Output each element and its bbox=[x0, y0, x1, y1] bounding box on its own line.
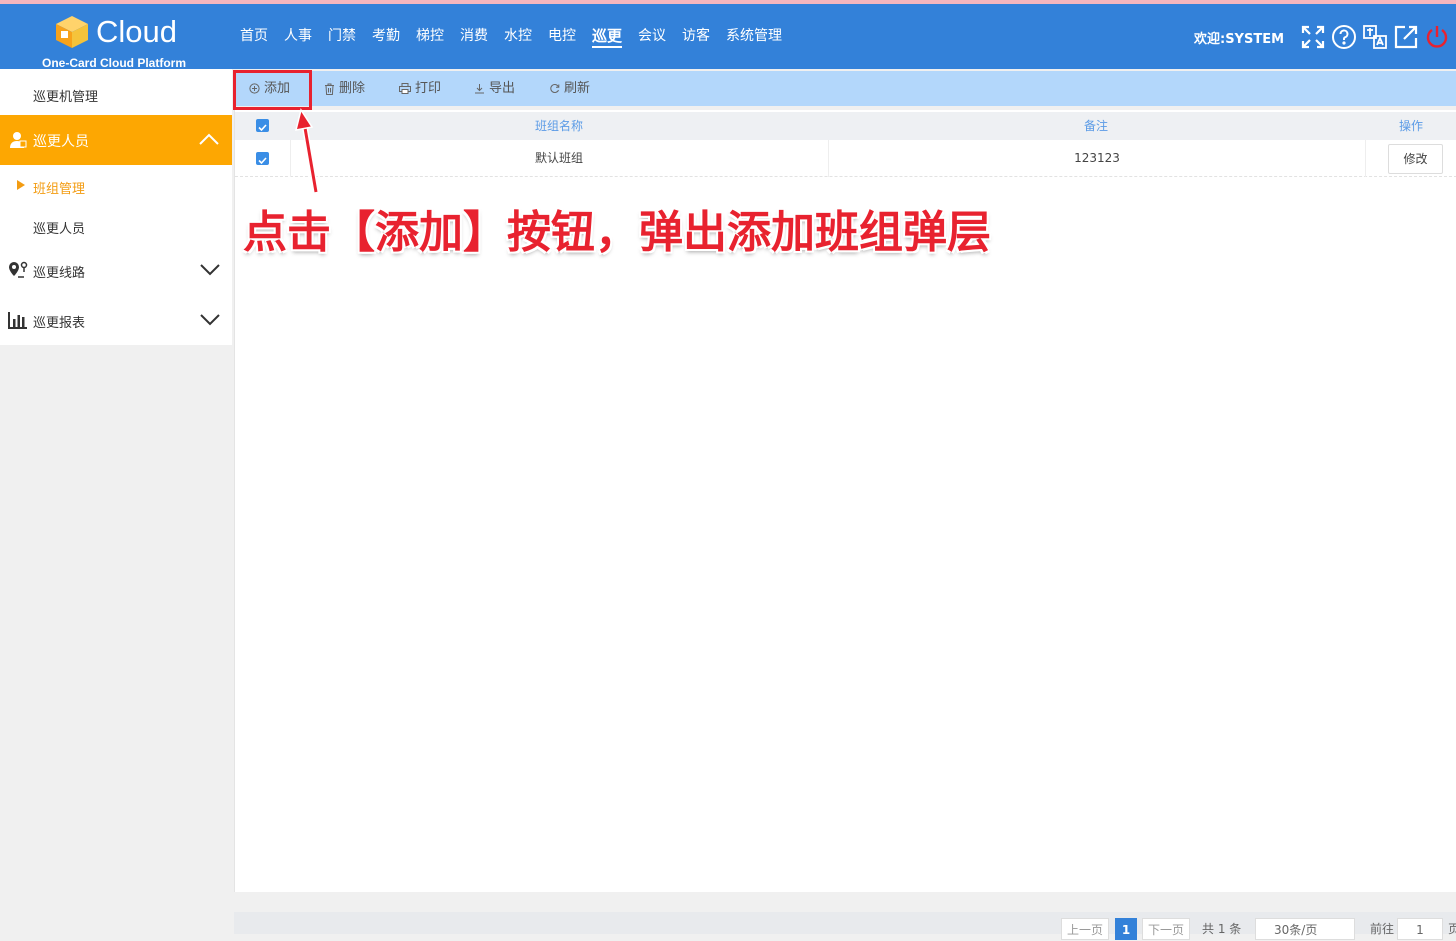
instruction-annotation: 点击【添加】按钮，弹出添加班组弹层 bbox=[243, 207, 991, 258]
nav-home[interactable]: 首页 bbox=[240, 24, 268, 48]
nav-elevator[interactable]: 梯控 bbox=[416, 24, 444, 48]
nav-personnel[interactable]: 人事 bbox=[284, 24, 312, 48]
goto-page-input[interactable]: 1 bbox=[1397, 918, 1443, 940]
logo-cube-icon bbox=[56, 16, 88, 48]
page-suffix: 页 bbox=[1448, 922, 1456, 936]
delete-button-label: 删除 bbox=[339, 81, 366, 96]
app-header: Cloud One-Card Cloud Platform 首页 人事 门禁 考… bbox=[0, 4, 1456, 70]
printer-icon bbox=[399, 83, 411, 94]
sidebar-item-patrol-machine[interactable]: 巡更机管理 bbox=[0, 69, 232, 115]
caret-right-icon bbox=[17, 180, 25, 190]
table-header: 班组名称 备注 操作 bbox=[235, 112, 1456, 140]
logo-subtitle: One-Card Cloud Platform bbox=[42, 56, 187, 70]
cell-remark: 123123 bbox=[1074, 151, 1120, 165]
sidebar-item-label: 巡更线路 bbox=[33, 266, 86, 281]
nav-patrol[interactable]: 巡更 bbox=[592, 24, 623, 48]
sidebar-item-team-management[interactable]: 班组管理 bbox=[0, 165, 232, 205]
nav-visitor[interactable]: 访客 bbox=[682, 24, 710, 48]
total-count: 共 1 条 bbox=[1202, 922, 1242, 936]
cell-team-name: 默认班组 bbox=[534, 151, 583, 165]
arrow-annotation-icon bbox=[294, 108, 319, 193]
power-icon[interactable] bbox=[1424, 24, 1450, 50]
nav-meeting[interactable]: 会议 bbox=[638, 24, 666, 48]
refresh-button[interactable]: 刷新 bbox=[549, 71, 590, 106]
sidebar-item-patrol-staff-group[interactable]: 巡更人员 bbox=[0, 115, 232, 165]
page-size-value: 30条/页 bbox=[1274, 923, 1318, 937]
sidebar-item-label: 巡更机管理 bbox=[33, 90, 99, 105]
export-button-label: 导出 bbox=[489, 81, 516, 96]
delete-button[interactable]: 删除 bbox=[324, 71, 365, 106]
column-header-name[interactable]: 班组名称 bbox=[291, 112, 827, 140]
download-icon bbox=[475, 84, 484, 94]
sidebar: 巡更机管理 巡更人员 班组管理 巡更人员 巡更线路 巡更报表 bbox=[0, 69, 232, 345]
sidebar-item-label: 巡更人员 bbox=[33, 134, 89, 150]
fullscreen-icon[interactable] bbox=[1300, 24, 1326, 50]
route-icon bbox=[9, 261, 28, 278]
logo-text: Cloud bbox=[96, 14, 177, 49]
select-all-checkbox[interactable] bbox=[256, 119, 269, 132]
chevron-down-icon bbox=[200, 264, 220, 276]
edit-button[interactable]: 修改 bbox=[1388, 144, 1443, 174]
welcome-text: 欢迎:SYSTEM bbox=[1194, 32, 1285, 47]
page-number-current[interactable]: 1 bbox=[1115, 918, 1137, 940]
nav-access[interactable]: 门禁 bbox=[328, 24, 356, 48]
nav-system[interactable]: 系统管理 bbox=[726, 24, 782, 48]
refresh-button-label: 刷新 bbox=[564, 81, 591, 96]
print-button[interactable]: 打印 bbox=[399, 71, 441, 106]
chevron-down-icon bbox=[200, 314, 220, 326]
logo: Cloud One-Card Cloud Platform bbox=[42, 10, 188, 70]
person-icon bbox=[10, 132, 27, 148]
next-page-button[interactable]: 下一页 bbox=[1142, 918, 1190, 940]
nav-electric[interactable]: 电控 bbox=[548, 24, 576, 48]
sidebar-item-label: 班组管理 bbox=[33, 182, 86, 197]
column-header-remark[interactable]: 备注 bbox=[828, 112, 1364, 140]
sidebar-item-label: 巡更报表 bbox=[33, 316, 86, 331]
column-header-action: 操作 bbox=[1398, 119, 1423, 133]
goto-label: 前往 bbox=[1370, 922, 1395, 936]
sidebar-item-patrol-staff[interactable]: 巡更人员 bbox=[0, 205, 232, 245]
report-icon bbox=[8, 312, 27, 329]
table-row[interactable]: 默认班组 123123 修改 bbox=[235, 140, 1456, 177]
print-button-label: 打印 bbox=[415, 81, 442, 96]
row-checkbox[interactable] bbox=[256, 152, 269, 165]
header-icons bbox=[1300, 24, 1455, 50]
refresh-icon bbox=[550, 84, 560, 93]
language-icon[interactable] bbox=[1362, 24, 1388, 50]
toolbar: 添加 删除 打印 导出 刷新 bbox=[234, 71, 1456, 106]
sidebar-item-patrol-report[interactable]: 巡更报表 bbox=[0, 295, 232, 345]
check-icon bbox=[258, 157, 267, 165]
main-nav: 首页 人事 门禁 考勤 梯控 消费 水控 电控 巡更 会议 访客 系统管理 bbox=[232, 24, 790, 48]
nav-attendance[interactable]: 考勤 bbox=[372, 24, 400, 48]
help-icon[interactable] bbox=[1331, 24, 1357, 50]
trash-icon bbox=[325, 83, 334, 95]
cell-divider bbox=[1365, 140, 1366, 177]
export-button[interactable]: 导出 bbox=[474, 71, 515, 106]
chevron-up-icon bbox=[199, 133, 219, 145]
prev-page-button[interactable]: 上一页 bbox=[1061, 918, 1109, 940]
sidebar-item-patrol-route[interactable]: 巡更线路 bbox=[0, 245, 232, 295]
check-icon bbox=[258, 124, 267, 132]
nav-consumption[interactable]: 消费 bbox=[460, 24, 488, 48]
pagination-bar: 上一页 1 下一页 共 1 条 30条/页 前往 1 页 bbox=[234, 912, 1456, 940]
page-size-select[interactable]: 30条/页 bbox=[1255, 918, 1355, 940]
sidebar-item-label: 巡更人员 bbox=[33, 222, 86, 237]
highlight-box bbox=[233, 70, 312, 110]
nav-water[interactable]: 水控 bbox=[504, 24, 532, 48]
external-link-icon[interactable] bbox=[1393, 24, 1419, 50]
